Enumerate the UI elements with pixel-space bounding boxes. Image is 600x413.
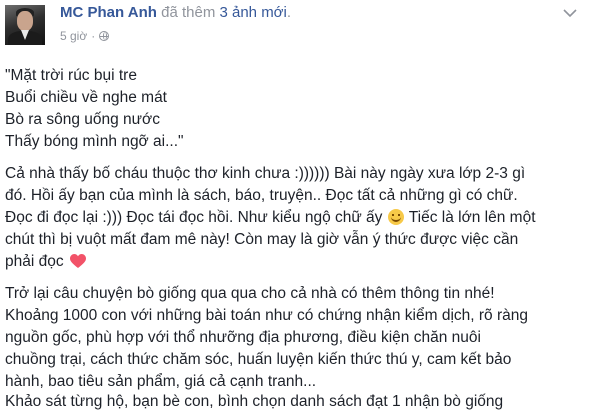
poem-line: Buổi chiều về nghe mát — [5, 89, 167, 106]
post-header: MC Phan Anh đã thêm 3 ảnh mới. 5 giờ · — [0, 0, 600, 60]
avatar-face — [17, 11, 33, 31]
info-line: chuồng trại, cách thức chăm sóc, huấn lu… — [5, 351, 512, 368]
poem-paragraph: "Mặt trời rúc bụi tre Buổi chiều về nghe… — [5, 65, 595, 153]
story-text: Tiếc là lớn lên một — [404, 209, 536, 226]
poem-line: "Mặt trời rúc bụi tre — [5, 67, 137, 84]
heart-icon — [69, 254, 86, 268]
story-line-with-emoji: Đọc đi đọc lại :))) Đọc tái đọc hồi. Như… — [5, 207, 595, 229]
poem-line: Bò ra sông uống nước — [5, 111, 160, 128]
photos-link[interactable]: 3 ảnh mới — [219, 4, 286, 21]
chevron-down-icon — [563, 9, 577, 18]
post-timestamp[interactable]: 5 giờ — [60, 29, 87, 43]
post-action-text: đã thêm — [161, 4, 216, 21]
truncated-line: Khảo sát từng hộ, bạn bè con, bình chọn … — [5, 393, 504, 410]
info-line: Khoảng 1000 con với những bài toán như c… — [5, 307, 528, 324]
story-line: chút thì bị vuột mất đam mê này! Còn may… — [5, 231, 519, 248]
story-text: phải đọc — [5, 253, 64, 270]
meta-separator: · — [91, 29, 96, 43]
author-name-link[interactable]: MC Phan Anh — [60, 4, 157, 21]
title-period: . — [286, 4, 292, 21]
avatar[interactable] — [5, 5, 45, 45]
story-line: Cả nhà thấy bố cháu thuộc thơ kinh chưa … — [5, 165, 526, 182]
info-paragraph: Trở lại câu chuyện bò giống qua qua cho … — [5, 283, 595, 393]
smile-emoji-icon — [387, 209, 404, 225]
info-line: hành, bao tiêu sản phẩm, giá cả cạnh tra… — [5, 373, 317, 390]
info-line: Trở lại câu chuyện bò giống qua qua cho … — [5, 285, 495, 302]
story-line: đó. Hồi ấy bạn của mình là sách, báo, tr… — [5, 187, 518, 204]
story-line-with-heart: phải đọc — [5, 251, 595, 273]
globe-icon[interactable] — [99, 31, 110, 41]
post-body: "Mặt trời rúc bụi tre Buổi chiều về nghe… — [5, 65, 595, 403]
post-title-line: MC Phan Anh đã thêm 3 ảnh mới. — [60, 4, 291, 21]
post-options-button[interactable] — [562, 6, 578, 20]
story-paragraph: Cả nhà thấy bố cháu thuộc thơ kinh chưa … — [5, 163, 595, 273]
info-line: nguồn gốc, phù hợp với thổ nhưỡng địa ph… — [5, 329, 481, 346]
story-text: Đọc đi đọc lại :))) Đọc tái đọc hồi. Như… — [5, 209, 383, 226]
poem-line: Thấy bóng mình ngỡ ai..." — [5, 133, 184, 150]
post-meta: 5 giờ · — [60, 29, 110, 43]
